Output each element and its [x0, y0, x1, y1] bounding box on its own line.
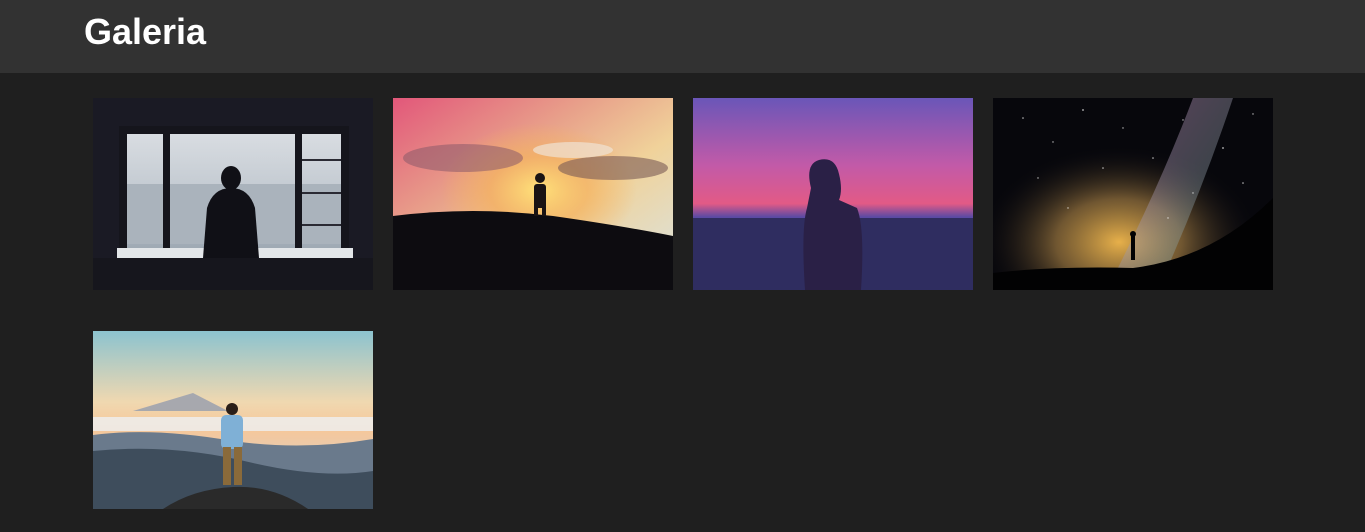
gallery-image-milky-way[interactable] [993, 98, 1273, 290]
window-silhouette-image [93, 98, 373, 290]
purple-sky-image [693, 98, 973, 290]
page-header: Galeria [0, 0, 1365, 73]
gallery-image-mountain-view[interactable] [93, 331, 373, 509]
milky-way-image [993, 98, 1273, 290]
sunset-hill-image [393, 98, 673, 290]
gallery-image-sunset-hill[interactable] [393, 98, 673, 290]
page-title: Galeria [84, 11, 207, 52]
gallery-image-window-silhouette[interactable] [93, 98, 373, 290]
mountain-view-image [93, 331, 373, 509]
gallery-image-purple-sky[interactable] [693, 98, 973, 290]
